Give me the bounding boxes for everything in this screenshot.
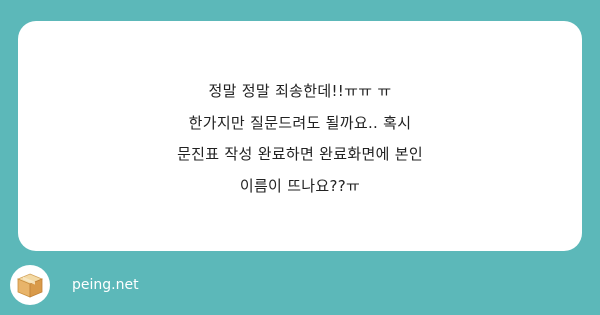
question-line-2: 한가지만 질문드려도 될까요.. 혹시 (188, 113, 412, 132)
question-card: 정말 정말 죄송한데!!ㅠㅠ ㅠ 한가지만 질문드려도 될까요.. 혹시 문진표… (18, 21, 582, 251)
question-line-1: 정말 정말 죄송한데!!ㅠㅠ ㅠ (208, 82, 392, 100)
box-icon (10, 265, 50, 305)
question-line-4: 이름이 뜨나요??ㅠ (239, 176, 361, 195)
question-line-3: 문진표 작성 완료하면 완료화면에 본인 (177, 145, 423, 163)
site-name-link[interactable]: peing.net (72, 277, 139, 293)
footer: peing.net (10, 265, 139, 305)
